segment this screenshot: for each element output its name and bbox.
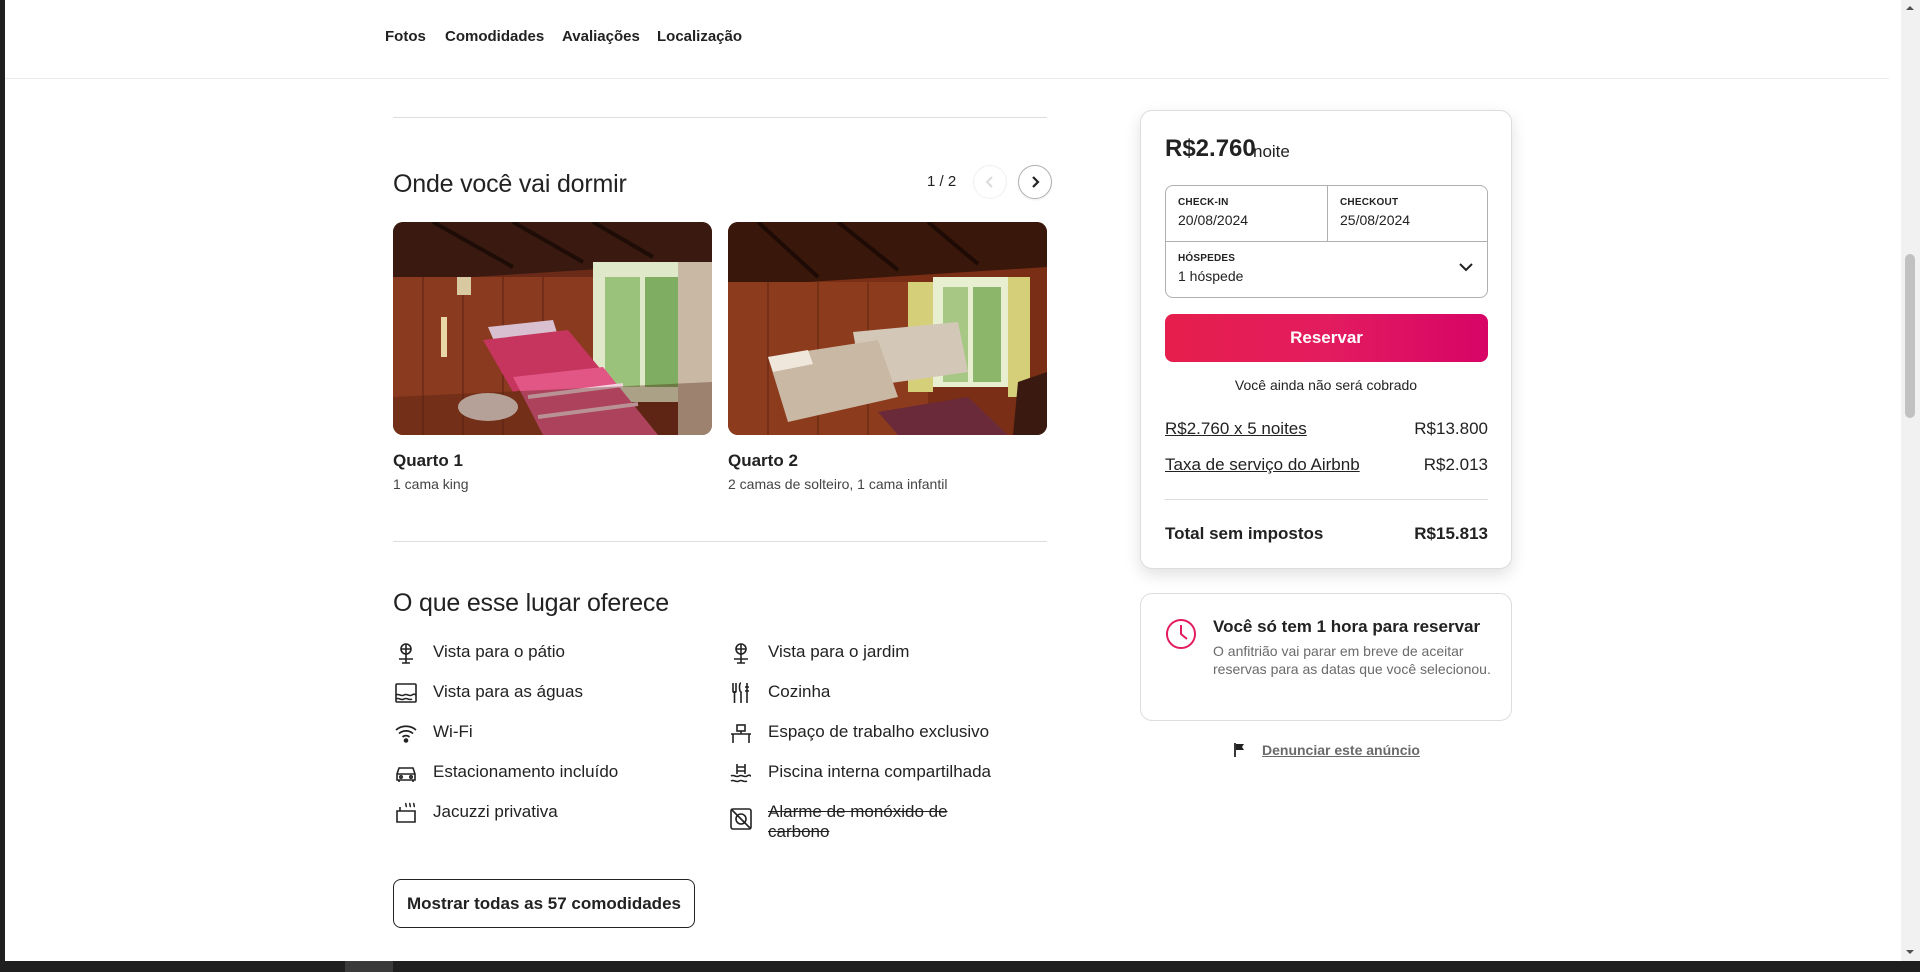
fee-line-item: Taxa de serviço do Airbnb R$2.013 — [1165, 455, 1488, 475]
notice-text: O anfitrião vai parar em breve de aceita… — [1213, 643, 1491, 677]
checkin-label: CHECK-IN — [1178, 197, 1229, 208]
bedroom-image — [393, 222, 712, 435]
date-guest-picker: CHECK-IN 20/08/2024 CHECKOUT 25/08/2024 … — [1165, 185, 1488, 298]
amenity-parking: Estacionamento incluído — [393, 760, 618, 786]
nav-link-amenities[interactable]: Comodidades — [445, 28, 544, 45]
sleep-section-title: Onde você vai dormir — [393, 170, 627, 198]
amenity-label: Estacionamento incluído — [433, 762, 619, 781]
price-unit: noite — [1253, 142, 1290, 161]
guests-value: 1 hóspede — [1178, 268, 1244, 284]
room-1-name: Quarto 1 — [393, 451, 463, 470]
dates-row: CHECK-IN 20/08/2024 CHECKOUT 25/08/2024 — [1166, 186, 1487, 242]
report-link-label: Denunciar este anúncio — [1262, 742, 1420, 758]
amenity-kitchen: Cozinha — [728, 680, 830, 706]
service-fee-link[interactable]: Taxa de serviço do Airbnb — [1165, 455, 1360, 475]
notice-title: Você só tem 1 hora para reservar — [1213, 617, 1481, 636]
nightly-price: R$2.760 — [1165, 135, 1256, 162]
clock-icon — [1166, 619, 1196, 649]
guests-select[interactable]: HÓSPEDES 1 hóspede — [1166, 242, 1487, 299]
amenity-label: Jacuzzi privativa — [433, 802, 558, 821]
amenity-garden-view: Vista para o jardim — [728, 640, 909, 666]
car-icon — [393, 760, 419, 786]
time-limit-notice: Você só tem 1 hora para reservar O anfit… — [1140, 593, 1512, 721]
section-nav: Fotos Comodidades Avaliações Localização — [5, 0, 1889, 79]
checkin-field[interactable]: CHECK-IN 20/08/2024 — [1166, 186, 1327, 242]
taskbar-indicator — [345, 961, 393, 972]
total-row: Total sem impostos R$15.813 — [1165, 524, 1488, 544]
hot-tub-icon — [393, 800, 419, 826]
amenity-label: Cozinha — [768, 682, 831, 701]
water-view-icon — [393, 680, 419, 706]
carousel-pager: 1 / 2 — [927, 173, 957, 190]
window-bottom-edge — [0, 961, 1920, 972]
amenity-label: Espaço de trabalho exclusivo — [768, 722, 990, 741]
amenity-hot-tub: Jacuzzi privativa — [393, 800, 558, 826]
section-divider — [393, 541, 1047, 542]
chevron-left-icon — [985, 176, 993, 188]
amenity-label: Wi-Fi — [433, 722, 473, 741]
chevron-down-icon — [1459, 263, 1473, 272]
room-1-photo[interactable] — [393, 222, 712, 435]
amenity-wifi: Wi-Fi — [393, 720, 473, 746]
scrollbar-thumb[interactable] — [1905, 254, 1915, 418]
carousel-next-button[interactable] — [1018, 165, 1052, 199]
amenity-patio-view: Vista para o pátio — [393, 640, 565, 666]
amenities-section-title: O que esse lugar oferece — [393, 589, 669, 617]
pool-icon — [728, 760, 754, 786]
carousel-prev-button[interactable] — [973, 165, 1007, 199]
amenity-pool: Piscina interna compartilhada — [728, 760, 991, 786]
nav-link-photos[interactable]: Fotos — [385, 28, 426, 45]
page-viewport: Fotos Comodidades Avaliações Localização… — [5, 0, 1901, 961]
workspace-icon — [728, 720, 754, 746]
patio-view-icon — [393, 640, 419, 666]
garden-view-icon — [728, 640, 754, 666]
page-scrollbar[interactable] — [1901, 0, 1920, 961]
total-label: Total sem impostos — [1165, 524, 1324, 543]
wifi-icon — [393, 720, 419, 746]
amenity-water-view: Vista para as águas — [393, 680, 583, 706]
report-listing-link[interactable]: Denunciar este anúncio — [1233, 742, 1420, 758]
scroll-up-icon[interactable] — [1905, 3, 1915, 13]
booking-card: R$2.760 noite CHECK-IN 20/08/2024 CHECKO… — [1140, 110, 1512, 569]
section-divider — [393, 117, 1047, 118]
nav-link-reviews[interactable]: Avaliações — [562, 28, 640, 45]
total-amount: R$15.813 — [1414, 524, 1488, 543]
scroll-down-icon[interactable] — [1905, 947, 1915, 957]
nav-link-location[interactable]: Localização — [657, 28, 742, 45]
room-2-beds: 2 camas de solteiro, 1 cama infantil — [728, 476, 948, 492]
amenity-label: Vista para as águas — [433, 682, 583, 701]
flag-icon — [1234, 743, 1244, 757]
amenity-label: Alarme de monóxido de carbono — [768, 802, 948, 841]
bedroom-image — [728, 222, 1047, 435]
kitchen-icon — [728, 680, 754, 706]
checkout-value: 25/08/2024 — [1340, 212, 1411, 228]
room-2-photo[interactable] — [728, 222, 1047, 435]
guests-label: HÓSPEDES — [1178, 253, 1236, 264]
checkout-field[interactable]: CHECKOUT 25/08/2024 — [1327, 186, 1488, 242]
service-fee-amount: R$2.013 — [1423, 455, 1488, 474]
checkout-label: CHECKOUT — [1340, 197, 1399, 208]
total-divider — [1165, 499, 1488, 500]
checkin-value: 20/08/2024 — [1178, 212, 1249, 228]
amenity-label: Vista para o pátio — [433, 642, 565, 661]
nights-breakdown-link[interactable]: R$2.760 x 5 noites — [1165, 419, 1307, 439]
co-alarm-icon — [728, 806, 754, 832]
room-1-beds: 1 cama king — [393, 476, 469, 492]
chevron-right-icon — [1032, 176, 1040, 188]
amenity-label: Piscina interna compartilhada — [768, 762, 992, 781]
show-all-amenities-button[interactable]: Mostrar todas as 57 comodidades — [393, 879, 695, 928]
room-2-name: Quarto 2 — [728, 451, 798, 470]
amenity-co-alarm-unavailable: Alarme de monóxido de carbono — [728, 800, 978, 842]
amenity-workspace: Espaço de trabalho exclusivo — [728, 720, 989, 746]
no-charge-note: Você ainda não será cobrado — [1234, 377, 1418, 393]
nights-amount: R$13.800 — [1414, 419, 1488, 438]
amenity-label: Vista para o jardim — [768, 642, 910, 661]
nights-line-item: R$2.760 x 5 noites R$13.800 — [1165, 419, 1488, 439]
reserve-button[interactable]: Reservar — [1165, 314, 1488, 362]
